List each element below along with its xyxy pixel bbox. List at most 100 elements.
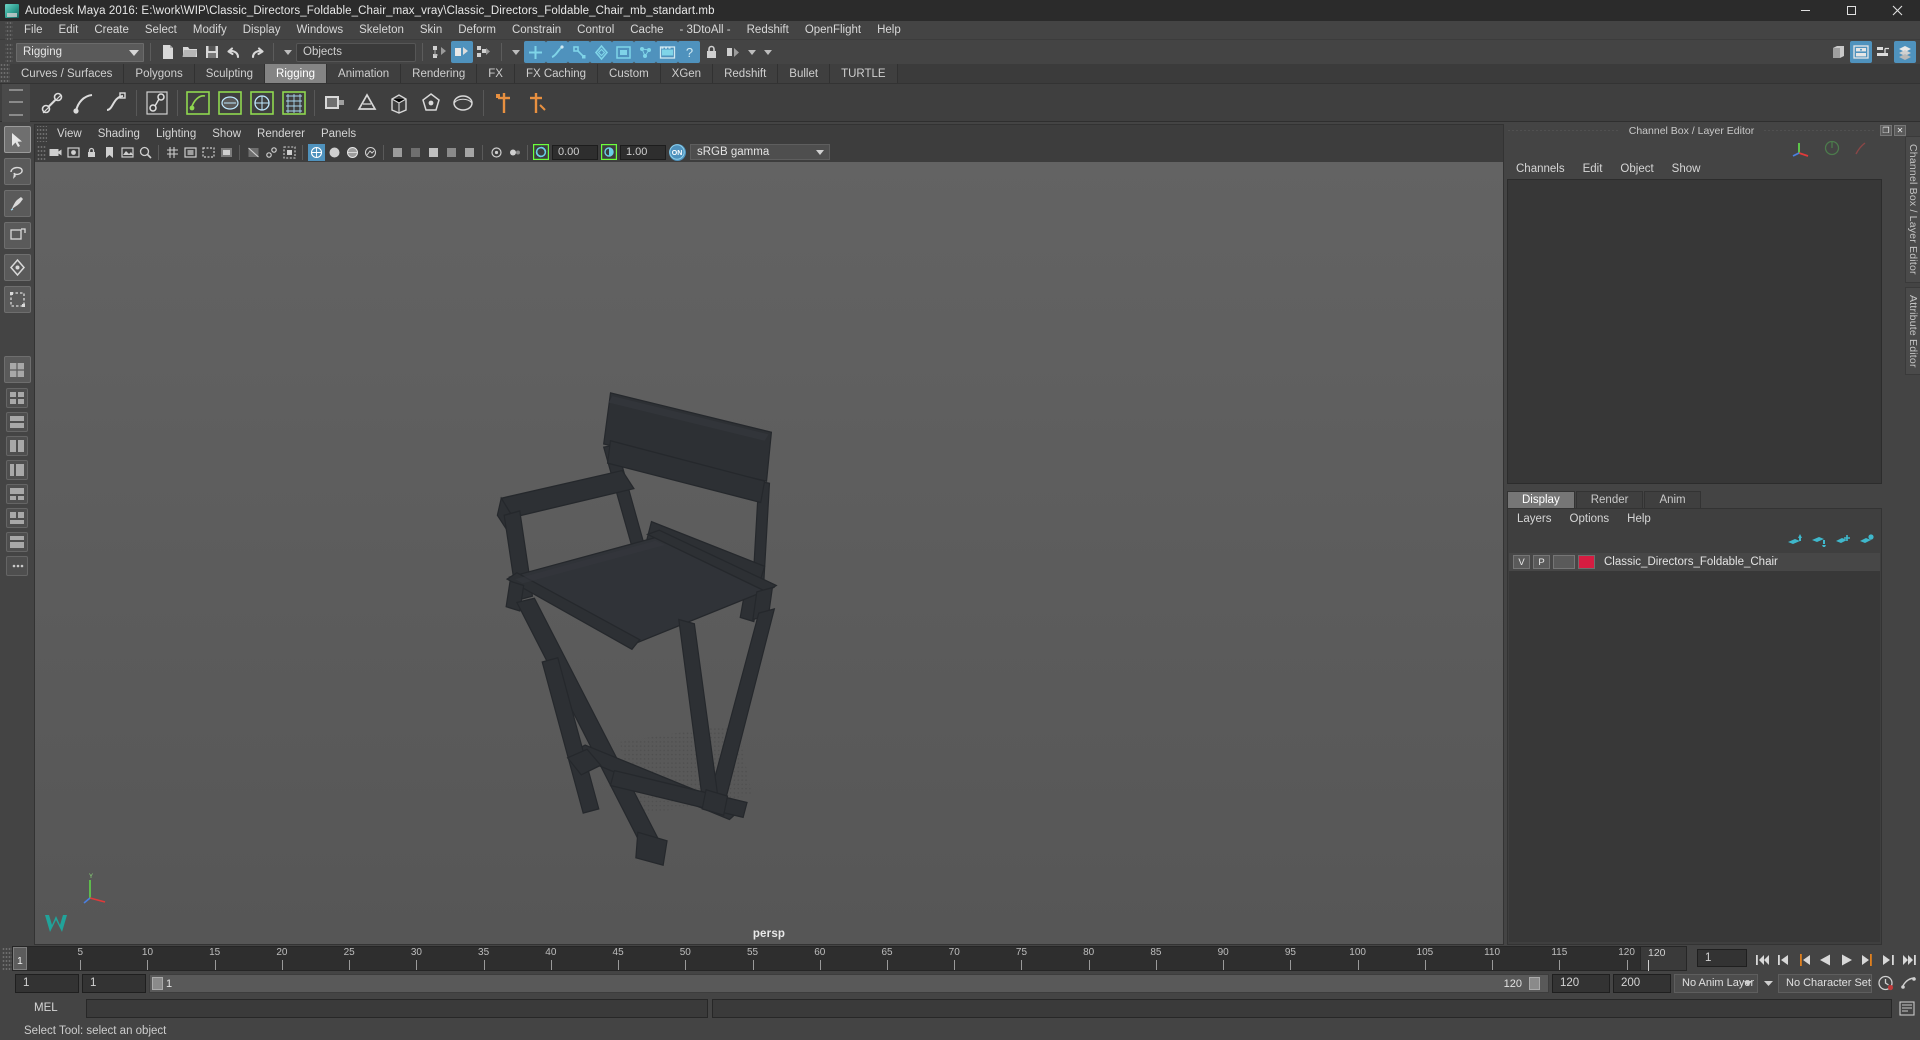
command-line-output[interactable]: [712, 998, 1892, 1018]
snap-mode-dropdown-icon[interactable]: [512, 49, 520, 55]
motion-blur-icon[interactable]: [461, 144, 478, 161]
time-slider-grip[interactable]: [2, 946, 12, 971]
layer-tab-display[interactable]: Display: [1507, 491, 1575, 508]
menu-3dtoall[interactable]: - 3DtoAll -: [672, 21, 739, 40]
shelf-tab-custom[interactable]: Custom: [598, 64, 661, 83]
attribute-editor-icon[interactable]: [1850, 41, 1872, 63]
lighting-default-icon[interactable]: [389, 144, 406, 161]
shelf-tab-redshift[interactable]: Redshift: [713, 64, 779, 83]
hierarchy-select-mode-button[interactable]: [429, 41, 451, 63]
camera-attributes-icon[interactable]: [65, 144, 82, 161]
gate-mask-icon[interactable]: [218, 144, 235, 161]
smooth-shade-icon[interactable]: [326, 144, 343, 161]
shelf-button-bind-skin[interactable]: [183, 87, 213, 119]
channel-box-menu-channels[interactable]: Channels: [1507, 163, 1574, 175]
status-expand-icon-1[interactable]: [748, 49, 756, 55]
snap-to-point-button[interactable]: [568, 41, 590, 63]
current-frame-field[interactable]: 1: [1697, 949, 1747, 967]
shelf-button-ik-handle[interactable]: [69, 87, 99, 119]
gamma-field[interactable]: 1.00: [620, 144, 666, 160]
side-tab-channel-box[interactable]: Channel Box / Layer Editor: [1905, 136, 1920, 283]
tool-settings-icon[interactable]: [1872, 41, 1894, 63]
range-right-handle[interactable]: [1529, 976, 1540, 990]
viewport-toolbar-grip[interactable]: [37, 144, 46, 160]
layer-menu-options[interactable]: Options: [1561, 513, 1619, 525]
panel-float-button[interactable]: ❐: [1880, 125, 1892, 136]
range-start-field[interactable]: 1: [82, 973, 146, 993]
isolate-select-icon[interactable]: [281, 144, 298, 161]
script-editor-icon[interactable]: [1896, 998, 1918, 1018]
command-line-input[interactable]: [86, 998, 708, 1018]
lighting-all-icon[interactable]: [407, 144, 424, 161]
shelf-tab-bullet[interactable]: Bullet: [778, 64, 831, 83]
viewport-menu-panels[interactable]: Panels: [313, 128, 364, 140]
move-layer-up-icon[interactable]: [1787, 533, 1803, 547]
shelf-tab-fx-caching[interactable]: FX Caching: [514, 64, 599, 83]
more-layouts-icon[interactable]: [6, 556, 28, 576]
new-layer-icon[interactable]: [1835, 533, 1851, 547]
channel-box-menu-object[interactable]: Object: [1611, 163, 1662, 175]
shelf-tab-rendering[interactable]: Rendering: [401, 64, 478, 83]
panel-drag-handle-left[interactable]: [1507, 130, 1620, 131]
snap-to-grid-button[interactable]: [524, 41, 546, 63]
color-management-toggle[interactable]: ON: [668, 143, 686, 161]
xray-joints-icon[interactable]: [263, 144, 280, 161]
range-bar[interactable]: 1 120: [149, 973, 1549, 993]
construction-history-button[interactable]: [722, 41, 744, 63]
hypergraph-persp-layout-icon[interactable]: [6, 484, 28, 504]
lasso-select-tool-icon[interactable]: [3, 158, 31, 185]
manipulator-axis-icon[interactable]: [1792, 139, 1812, 157]
select-tool-icon[interactable]: [3, 126, 31, 153]
auto-keyframe-icon[interactable]: [1875, 973, 1895, 993]
two-d-pan-zoom-icon[interactable]: [137, 144, 154, 161]
step-forward-frame-icon[interactable]: [1858, 950, 1876, 970]
step-back-frame-icon[interactable]: [1795, 950, 1813, 970]
viewport-menu-grip[interactable]: [37, 125, 47, 142]
menu-bar-grip[interactable]: [5, 20, 13, 40]
channel-box-menu-show[interactable]: Show: [1663, 163, 1710, 175]
exposure-icon[interactable]: [533, 144, 550, 161]
play-backwards-icon[interactable]: [1816, 950, 1834, 970]
time-slider-end-box[interactable]: 120: [1641, 946, 1687, 971]
shelf-options-menu[interactable]: [2, 83, 30, 122]
paint-select-tool-icon[interactable]: [3, 190, 31, 217]
close-button[interactable]: [1874, 0, 1920, 21]
two-pane-side-layout-icon[interactable]: [6, 436, 28, 456]
move-tool-icon[interactable]: [3, 222, 31, 249]
menu-deform[interactable]: Deform: [450, 21, 504, 40]
shelf-button-parent-constraint[interactable]: [489, 87, 519, 119]
minimize-button[interactable]: [1782, 0, 1828, 21]
shelf-tab-turtle[interactable]: TURTLE: [830, 64, 898, 83]
selection-mask-field[interactable]: Objects: [296, 42, 416, 62]
three-pane-layout-icon[interactable]: [6, 532, 28, 552]
gamma-icon[interactable]: [601, 144, 618, 161]
speed-channel-icon[interactable]: [1852, 140, 1868, 156]
single-perspective-layout-icon[interactable]: [3, 356, 31, 383]
shelf-tab-rigging[interactable]: Rigging: [265, 64, 328, 83]
channel-box-menu-edit[interactable]: Edit: [1574, 163, 1612, 175]
menu-set-selector[interactable]: Rigging: [16, 42, 144, 62]
shelf-button-interactive-bind[interactable]: [247, 87, 277, 119]
shelf-button-paint-weights[interactable]: [320, 87, 350, 119]
component-select-mode-button[interactable]: [473, 41, 495, 63]
shaded-wireframe-icon[interactable]: [344, 144, 361, 161]
status-expand-icon-2[interactable]: [764, 49, 772, 55]
maximize-button[interactable]: [1828, 0, 1874, 21]
move-layer-down-icon[interactable]: [1811, 533, 1827, 547]
toggle-channel-icon[interactable]: [1824, 140, 1840, 156]
command-line-label[interactable]: MEL: [16, 1002, 82, 1014]
layer-shading-toggle[interactable]: [1553, 555, 1575, 569]
shelf-tab-animation[interactable]: Animation: [327, 64, 402, 83]
anim-start-field[interactable]: 1: [15, 973, 79, 993]
snap-to-projected-center-button[interactable]: [590, 41, 612, 63]
step-back-keyframe-icon[interactable]: [1774, 950, 1792, 970]
film-gate-icon[interactable]: [182, 144, 199, 161]
shelf-tab-curves-surfaces[interactable]: Curves / Surfaces: [10, 64, 125, 83]
channel-box-icon[interactable]: [1894, 41, 1916, 63]
anim-layer-selector[interactable]: No Anim Layer: [1674, 973, 1758, 993]
scale-tool-icon[interactable]: [3, 286, 31, 313]
render-view-button[interactable]: [656, 41, 678, 63]
sidebar-toggle-icon[interactable]: [1828, 41, 1850, 63]
menu-edit[interactable]: Edit: [51, 21, 87, 40]
shelf-button-smooth-bind[interactable]: [215, 87, 245, 119]
